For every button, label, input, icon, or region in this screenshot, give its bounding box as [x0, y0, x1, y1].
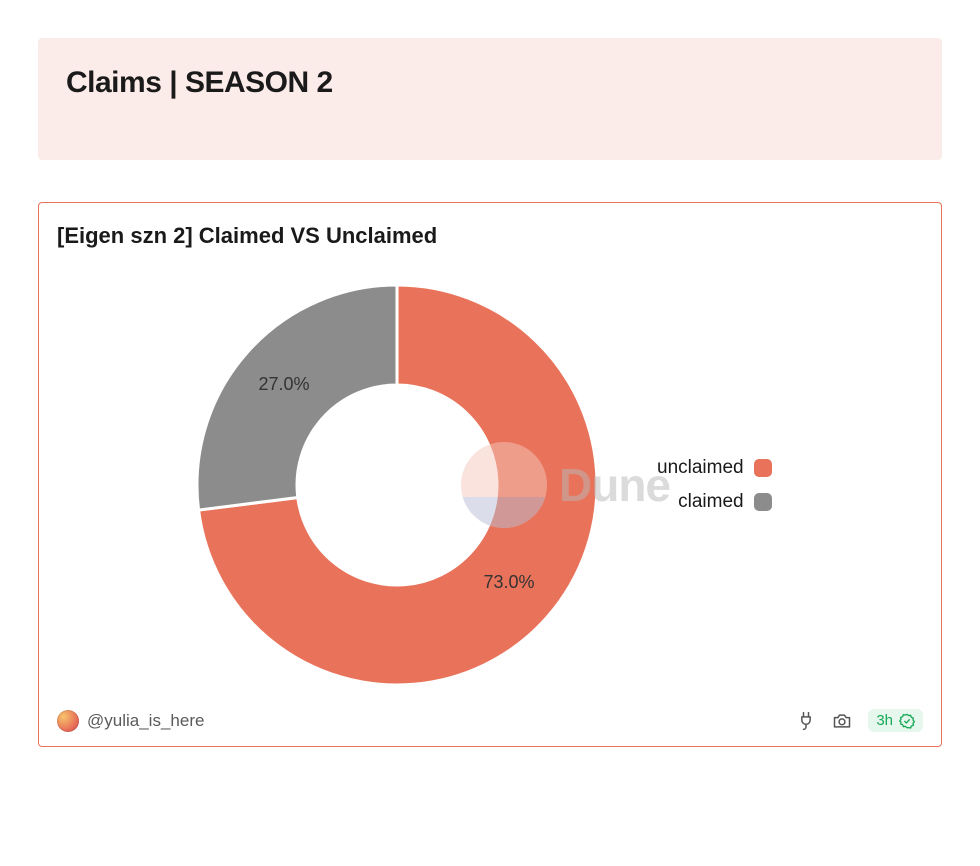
legend-item-unclaimed[interactable]: unclaimed	[657, 457, 772, 479]
chart-body: Dune 73.0% 27.0% unclaimed claimed	[57, 265, 923, 705]
freshness-badge[interactable]: 3h	[868, 709, 923, 732]
donut-chart: Dune 73.0% 27.0%	[177, 265, 617, 705]
slice-label-claimed: 27.0%	[258, 374, 309, 395]
section-header: Claims | SEASON 2	[38, 38, 942, 160]
freshness-text: 3h	[876, 712, 893, 729]
card-footer: @yulia_is_here 3h	[57, 709, 923, 732]
slice-label-unclaimed: 73.0%	[484, 572, 535, 593]
legend-label: claimed	[678, 491, 743, 513]
camera-icon[interactable]	[832, 711, 852, 731]
chart-title: [Eigen szn 2] Claimed VS Unclaimed	[57, 223, 923, 249]
legend-swatch-claimed	[754, 493, 772, 511]
legend-item-claimed[interactable]: claimed	[678, 491, 771, 513]
page-title: Claims | SEASON 2	[66, 66, 914, 100]
chart-card: [Eigen szn 2] Claimed VS Unclaimed Dune …	[38, 202, 942, 747]
avatar	[57, 710, 79, 732]
legend-swatch-unclaimed	[754, 459, 772, 477]
legend: unclaimed claimed	[657, 457, 772, 513]
author-link[interactable]: @yulia_is_here	[57, 710, 204, 732]
author-handle: @yulia_is_here	[87, 711, 204, 731]
plug-icon[interactable]	[796, 711, 816, 731]
legend-label: unclaimed	[657, 457, 744, 479]
